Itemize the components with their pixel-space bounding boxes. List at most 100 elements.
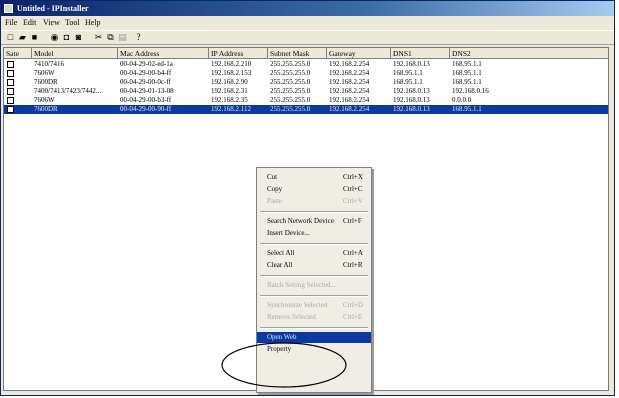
col-state[interactable]: Sate xyxy=(4,48,32,59)
menu-item-paste[interactable]: Paste Ctrl+V xyxy=(257,196,371,207)
cell-subnet: 255.255.255.0 xyxy=(270,60,311,68)
cell-mac: 00-04-29-00-90-ff xyxy=(120,105,172,113)
cell-mac: 00-04-29-00-0c-ff xyxy=(120,78,171,86)
menu-item-batch-setting-selected[interactable]: Batch Setting Selected... xyxy=(257,280,371,291)
menu-item-label: Clear All xyxy=(267,261,293,269)
col-mac[interactable]: Mac Address xyxy=(118,48,209,59)
cell-subnet: 255.255.255.0 xyxy=(270,96,311,104)
row-checkbox[interactable] xyxy=(7,88,14,95)
menu-item-open-web[interactable]: Open Web xyxy=(257,332,371,343)
table-row[interactable]: 7600DR 00-04-29-00-0c-ff 192.168.2.90 255.2… xyxy=(4,78,608,87)
cell-model: 7606W xyxy=(34,69,55,77)
cell-subnet: 255.255.255.0 xyxy=(270,78,311,86)
cell-mac: 00-04-29-00-b4-ff xyxy=(120,69,172,77)
menu-item-clear-all[interactable]: Clear All Ctrl+R xyxy=(257,260,371,271)
cell-dns1: 192.168.0.13 xyxy=(393,60,430,68)
menu-tool[interactable]: Tool xyxy=(65,17,80,28)
row-checkbox[interactable] xyxy=(7,97,14,104)
cell-ip: 192.168.2.90 xyxy=(211,78,248,86)
menu-item-shortcut: Ctrl+C xyxy=(343,185,363,193)
menu-item-label: Open Web xyxy=(267,333,297,341)
col-ip[interactable]: IP Address xyxy=(209,48,268,59)
row-checkbox[interactable] xyxy=(7,79,14,86)
row-checkbox[interactable] xyxy=(7,106,14,113)
menu-item-shortcut: Ctrl+X xyxy=(343,173,363,181)
row-checkbox[interactable] xyxy=(7,70,14,77)
menu-item-select-all[interactable]: Select All Ctrl+A xyxy=(257,248,371,259)
main-window: Untitled - IPInstaller File Edit View To… xyxy=(0,0,615,396)
menu-item-label: Copy xyxy=(267,185,283,193)
col-gateway[interactable]: Gateway xyxy=(327,48,391,59)
col-subnet[interactable]: Subnet Mask xyxy=(268,48,327,59)
menu-separator xyxy=(260,327,368,329)
cell-dns1: 192.168.0.13 xyxy=(393,87,430,95)
table-row[interactable]: 7606W 00-04-29-00-b3-ff 192.168.2.35 255.25… xyxy=(4,96,608,105)
menu-help[interactable]: Help xyxy=(85,17,101,28)
menu-separator xyxy=(260,211,368,213)
cell-dns2: 168.95.1.1 xyxy=(452,78,482,86)
cell-model: 7600DR xyxy=(34,78,58,86)
cell-mac: 00-04-29-02-ed-1a xyxy=(120,60,173,68)
cell-gateway: 192.168.2.254 xyxy=(329,78,370,86)
table-row[interactable]: 7400/7413/7423/7442... 00-04-29-01-13-08 1… xyxy=(4,87,608,96)
cell-dns2: 192.168.0.16 xyxy=(452,87,489,95)
menu-item-cut[interactable]: Cut Ctrl+X xyxy=(257,172,371,183)
toolbar: □ ▰ ■ ◉ ◘ ◙ ✂ ⧉ ▤ ? xyxy=(1,30,614,45)
cell-mac: 00-04-29-01-13-08 xyxy=(120,87,174,95)
table-header: Sate Model Mac Address IP Address Subnet… xyxy=(4,48,608,59)
cell-ip: 192.168.2.112 xyxy=(211,105,251,113)
menu-item-copy[interactable]: Copy Ctrl+C xyxy=(257,184,371,195)
context-menu: Cut Ctrl+X Copy Ctrl+C Paste Ctrl+V Search Net… xyxy=(256,167,372,393)
menu-item-label: Remove Selected xyxy=(267,313,316,321)
cell-mac: 00-04-29-00-b3-ff xyxy=(120,96,172,104)
cell-model: 7400/7413/7423/7442... xyxy=(34,87,102,95)
copy2-icon[interactable]: ⧉ xyxy=(105,32,116,43)
cell-model: 7410/7416 xyxy=(34,60,64,68)
help-icon[interactable]: ? xyxy=(133,32,144,43)
menu-item-search-network-device[interactable]: Search Network Device Ctrl+F xyxy=(257,216,371,227)
cell-ip: 192.168.2.210 xyxy=(211,60,252,68)
menu-item-property[interactable]: Property xyxy=(257,344,371,355)
cell-dns1: 168.95.1.1 xyxy=(393,78,423,86)
save-icon[interactable]: ■ xyxy=(29,32,40,43)
menu-edit[interactable]: Edit xyxy=(23,17,36,28)
title-bar[interactable]: Untitled - IPInstaller xyxy=(1,1,614,16)
app-icon xyxy=(4,4,13,13)
menu-file[interactable]: File xyxy=(5,17,17,28)
cell-subnet: 255.255.255.0 xyxy=(270,87,311,95)
menu-item-shortcut: Ctrl+R xyxy=(343,261,363,269)
table-row[interactable]: 7606W 00-04-29-00-b4-ff 192.168.2.153 255.2… xyxy=(4,69,608,78)
cell-subnet: 255.255.255.0 xyxy=(270,69,311,77)
cell-gateway: 192.168.2.254 xyxy=(329,105,370,113)
col-dns2[interactable]: DNS2 xyxy=(450,48,608,59)
table-row[interactable]: 7410/7416 00-04-29-02-ed-1a 192.168.2.210 2… xyxy=(4,60,608,69)
cut-icon[interactable]: ✂ xyxy=(93,32,104,43)
cell-gateway: 192.168.2.254 xyxy=(329,96,370,104)
menu-item-synchronize-selected[interactable]: Synchronize Selected Ctrl+D xyxy=(257,300,371,311)
table-row[interactable]: 7600DR 00-04-29-00-90-ff 192.168.2.112 255.… xyxy=(4,105,608,114)
cell-ip: 192.168.2.31 xyxy=(211,87,248,95)
col-model[interactable]: Model xyxy=(32,48,118,59)
menu-item-label: Insert Device... xyxy=(267,229,310,237)
cell-ip: 192.168.2.153 xyxy=(211,69,252,77)
row-checkbox[interactable] xyxy=(7,61,14,68)
menu-separator xyxy=(260,275,368,277)
search-icon[interactable]: ◉ xyxy=(49,32,60,43)
open-icon[interactable]: ▰ xyxy=(17,32,28,43)
cell-dns2: 168.95.1.1 xyxy=(452,69,482,77)
menu-separator xyxy=(260,295,368,297)
cell-dns2: 168.95.1.1 xyxy=(452,105,482,113)
menu-separator xyxy=(260,243,368,245)
menu-item-shortcut: Ctrl+D xyxy=(343,301,363,309)
paste-icon[interactable]: ◙ xyxy=(73,32,84,43)
new-icon[interactable]: □ xyxy=(5,32,16,43)
menu-item-insert-device[interactable]: Insert Device... xyxy=(257,228,371,239)
menu-view[interactable]: View xyxy=(43,17,60,28)
menu-item-label: Synchronize Selected xyxy=(267,301,328,309)
cell-gateway: 192.168.2.254 xyxy=(329,60,370,68)
cell-ip: 192.168.2.35 xyxy=(211,96,248,104)
copy-icon[interactable]: ◘ xyxy=(61,32,72,43)
col-dns1[interactable]: DNS1 xyxy=(391,48,450,59)
paste2-icon[interactable]: ▤ xyxy=(117,32,128,43)
menu-item-remove-selected[interactable]: Remove Selected Ctrl+E xyxy=(257,312,371,323)
